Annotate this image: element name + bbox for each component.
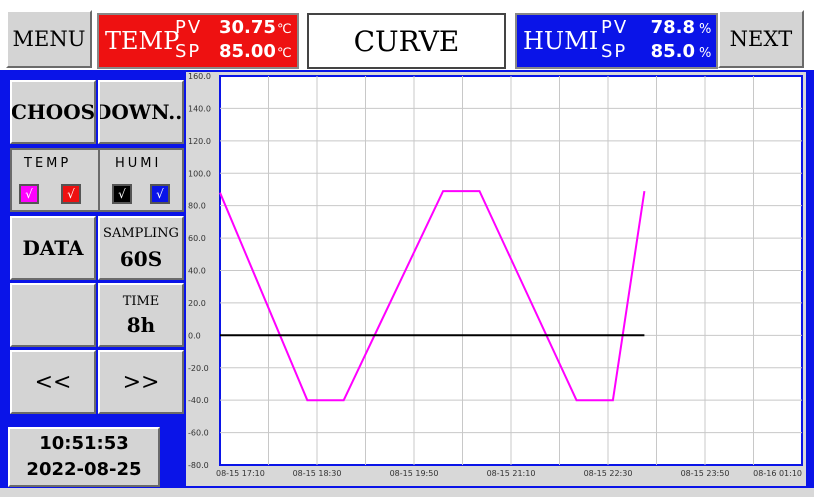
temp-pv-checkbox[interactable]: √ <box>19 184 39 204</box>
next-button[interactable]: NEXT <box>718 10 804 68</box>
temp-sp-value: 85.00 <box>219 41 276 62</box>
x-tick-label: 08-15 17:10 <box>216 469 265 478</box>
humi-pv-unit: % <box>699 22 712 37</box>
time-span-button[interactable]: TIME 8h <box>98 283 184 347</box>
x-tick-label: 08-15 21:10 <box>487 469 536 478</box>
y-tick-label: 160.0 <box>188 72 211 81</box>
time-label: TIME <box>122 293 160 309</box>
humi-sp-unit: % <box>699 46 712 61</box>
previous-page-button[interactable]: << <box>10 350 96 414</box>
y-tick-label: 80.0 <box>188 202 206 211</box>
humi-sp-label: SP <box>601 41 628 62</box>
clock-display: 10:51:53 2022-08-25 <box>8 427 160 487</box>
page-title: CURVE <box>307 13 506 69</box>
x-tick-label: 08-15 23:50 <box>681 469 730 478</box>
legend-humi-label: HUMI <box>115 156 162 171</box>
humi-label: HUMI <box>523 27 599 55</box>
temp-pv-value: 30.75 <box>219 17 276 38</box>
temp-readout-panel: TEMP PV 30.75 ℃ SP 85.00 ℃ <box>97 13 299 69</box>
y-tick-label: 40.0 <box>188 267 206 276</box>
clock-time: 10:51:53 <box>39 433 129 454</box>
x-tick-label: 08-15 18:30 <box>293 469 342 478</box>
clock-date: 2022-08-25 <box>26 459 142 480</box>
legend-temp-label: TEMP <box>24 156 72 171</box>
humi-pv-checkbox[interactable]: √ <box>112 184 132 204</box>
temp-pv-label: PV <box>175 17 203 38</box>
y-tick-label: 140.0 <box>188 104 211 113</box>
curve-legend: TEMP HUMI √ √ √ √ <box>10 148 184 212</box>
sampling-label: SAMPLING <box>103 225 179 241</box>
humi-sp-checkbox[interactable]: √ <box>150 184 170 204</box>
curve-chart: 160.0 140.0 120.0 100.0 80.0 60.0 40.0 20.0 0.0 -… <box>188 72 803 478</box>
next-page-button[interactable]: >> <box>98 350 184 414</box>
y-tick-label: 100.0 <box>188 169 211 178</box>
x-tick-label: 08-15 19:50 <box>390 469 439 478</box>
temp-sp-label: SP <box>175 41 202 62</box>
sampling-button[interactable]: SAMPLING 60S <box>98 216 184 280</box>
legend-divider <box>98 150 100 210</box>
humi-pv-label: PV <box>601 17 629 38</box>
y-tick-label: -80.0 <box>188 461 209 470</box>
temp-pv-unit: ℃ <box>277 22 292 37</box>
humi-pv-value: 78.8 <box>650 17 695 38</box>
bottom-strip <box>0 488 814 497</box>
y-tick-label: -60.0 <box>188 429 209 438</box>
time-value: 8h <box>126 312 156 337</box>
download-label: DOWN... <box>98 100 184 124</box>
blank-button[interactable] <box>10 283 96 347</box>
y-tick-label: 120.0 <box>188 137 211 146</box>
y-tick-label: -40.0 <box>188 396 209 405</box>
temp-sp-checkbox[interactable]: √ <box>61 184 81 204</box>
y-tick-label: 20.0 <box>188 299 206 308</box>
humi-sp-value: 85.0 <box>650 41 695 62</box>
x-tick-label: 08-15 22:30 <box>584 469 633 478</box>
y-tick-label: -20.0 <box>188 364 209 373</box>
menu-button[interactable]: MENU <box>6 10 92 68</box>
temp-label: TEMP <box>105 27 180 55</box>
y-tick-label: 60.0 <box>188 234 206 243</box>
data-button[interactable]: DATA <box>10 216 96 280</box>
x-tick-label: 08-16 01:10 <box>753 469 802 478</box>
download-button[interactable]: DOWN... <box>98 80 184 144</box>
y-tick-label: 0.0 <box>188 331 201 340</box>
choose-button[interactable]: CHOOS <box>10 80 96 144</box>
humi-readout-panel: HUMI PV 78.8 % SP 85.0 % <box>515 13 718 69</box>
sampling-value: 60S <box>119 246 163 271</box>
temp-sp-unit: ℃ <box>277 46 292 61</box>
